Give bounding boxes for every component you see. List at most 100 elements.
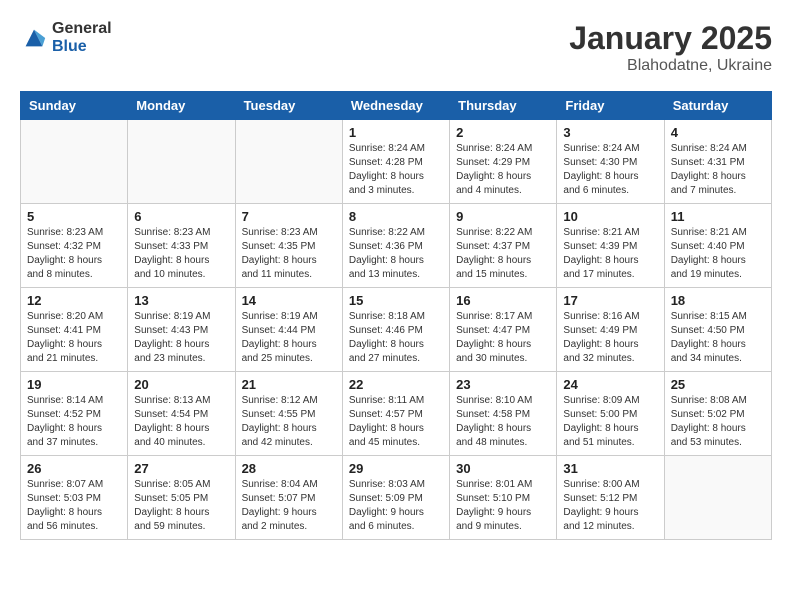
day-info: Sunrise: 8:04 AM Sunset: 5:07 PM Dayligh… <box>242 478 336 534</box>
day-info: Sunrise: 8:23 AM Sunset: 4:35 PM Dayligh… <box>242 226 336 282</box>
day-number: 2 <box>456 125 550 140</box>
calendar-cell <box>128 120 235 204</box>
day-info: Sunrise: 8:21 AM Sunset: 4:40 PM Dayligh… <box>671 226 765 282</box>
day-number: 19 <box>27 377 121 392</box>
calendar-cell: 1 Sunrise: 8:24 AM Sunset: 4:28 PM Daylig… <box>342 120 449 204</box>
calendar-cell: 27Sunrise: 8:05 AM Sunset: 5:05 PM Dayli… <box>128 456 235 540</box>
calendar-cell: 21Sunrise: 8:12 AM Sunset: 4:55 PM Dayli… <box>235 372 342 456</box>
day-info: Sunrise: 8:23 AM Sunset: 4:32 PM Dayligh… <box>27 226 121 282</box>
calendar-cell: 20 Sunrise: 8:13 AM Sunset: 4:54 PM Dayli… <box>128 372 235 456</box>
day-number: 25 <box>671 377 765 392</box>
calendar-cell: 26Sunrise: 8:07 AM Sunset: 5:03 PM Dayli… <box>21 456 128 540</box>
day-number: 1 <box>349 125 443 140</box>
calendar-cell: 11 Sunrise: 8:21 AM Sunset: 4:40 PM Dayli… <box>664 204 771 288</box>
logo-text: General Blue <box>52 20 112 55</box>
day-number: 18 <box>671 293 765 308</box>
main-title: January 2025 <box>569 20 772 57</box>
day-info: Sunrise: 8:17 AM Sunset: 4:47 PM Dayligh… <box>456 310 550 366</box>
day-number: 14 <box>242 293 336 308</box>
weekday-header-friday: Friday <box>557 92 664 120</box>
calendar-cell: 15 Sunrise: 8:18 AM Sunset: 4:46 PM Dayli… <box>342 288 449 372</box>
calendar-cell: 29Sunrise: 8:03 AM Sunset: 5:09 PM Dayli… <box>342 456 449 540</box>
day-number: 13 <box>134 293 228 308</box>
weekday-header-sunday: Sunday <box>21 92 128 120</box>
day-info: Sunrise: 8:08 AM Sunset: 5:02 PM Dayligh… <box>671 394 765 450</box>
day-info: Sunrise: 8:22 AM Sunset: 4:37 PM Dayligh… <box>456 226 550 282</box>
calendar-cell: 22Sunrise: 8:11 AM Sunset: 4:57 PM Dayli… <box>342 372 449 456</box>
day-number: 15 <box>349 293 443 308</box>
weekday-header-row: SundayMondayTuesdayWednesdayThursdayFrid… <box>21 92 772 120</box>
day-number: 26 <box>27 461 121 476</box>
day-info: Sunrise: 8:05 AM Sunset: 5:05 PM Dayligh… <box>134 478 228 534</box>
day-info: Sunrise: 8:09 AM Sunset: 5:00 PM Dayligh… <box>563 394 657 450</box>
day-info: Sunrise: 8:24 AM Sunset: 4:31 PM Dayligh… <box>671 142 765 198</box>
day-number: 6 <box>134 209 228 224</box>
day-number: 20 <box>134 377 228 392</box>
day-number: 30 <box>456 461 550 476</box>
calendar-cell <box>235 120 342 204</box>
calendar-cell: 17Sunrise: 8:16 AM Sunset: 4:49 PM Dayli… <box>557 288 664 372</box>
day-number: 3 <box>563 125 657 140</box>
calendar-cell: 7Sunrise: 8:23 AM Sunset: 4:35 PM Daylig… <box>235 204 342 288</box>
calendar-cell: 24 Sunrise: 8:09 AM Sunset: 5:00 PM Dayli… <box>557 372 664 456</box>
calendar-cell: 9Sunrise: 8:22 AM Sunset: 4:37 PM Daylig… <box>450 204 557 288</box>
weekday-header-thursday: Thursday <box>450 92 557 120</box>
day-info: Sunrise: 8:20 AM Sunset: 4:41 PM Dayligh… <box>27 310 121 366</box>
calendar-cell: 16 Sunrise: 8:17 AM Sunset: 4:47 PM Dayli… <box>450 288 557 372</box>
calendar-cell: 23 Sunrise: 8:10 AM Sunset: 4:58 PM Dayli… <box>450 372 557 456</box>
subtitle: Blahodatne, Ukraine <box>569 57 772 75</box>
calendar-cell: 13 Sunrise: 8:19 AM Sunset: 4:43 PM Dayli… <box>128 288 235 372</box>
day-info: Sunrise: 8:18 AM Sunset: 4:46 PM Dayligh… <box>349 310 443 366</box>
logo-blue: Blue <box>52 38 112 56</box>
day-info: Sunrise: 8:12 AM Sunset: 4:55 PM Dayligh… <box>242 394 336 450</box>
calendar-cell: 8 Sunrise: 8:22 AM Sunset: 4:36 PM Daylig… <box>342 204 449 288</box>
calendar-cell: 30 Sunrise: 8:01 AM Sunset: 5:10 PM Dayli… <box>450 456 557 540</box>
calendar-cell: 14 Sunrise: 8:19 AM Sunset: 4:44 PM Dayli… <box>235 288 342 372</box>
day-number: 4 <box>671 125 765 140</box>
weekday-header-saturday: Saturday <box>664 92 771 120</box>
day-info: Sunrise: 8:24 AM Sunset: 4:28 PM Dayligh… <box>349 142 443 198</box>
calendar-cell: 5 Sunrise: 8:23 AM Sunset: 4:32 PM Daylig… <box>21 204 128 288</box>
day-info: Sunrise: 8:15 AM Sunset: 4:50 PM Dayligh… <box>671 310 765 366</box>
day-number: 12 <box>27 293 121 308</box>
logo-general: General <box>52 20 112 38</box>
day-info: Sunrise: 8:14 AM Sunset: 4:52 PM Dayligh… <box>27 394 121 450</box>
logo: General Blue <box>20 20 112 55</box>
day-number: 16 <box>456 293 550 308</box>
day-info: Sunrise: 8:10 AM Sunset: 4:58 PM Dayligh… <box>456 394 550 450</box>
weekday-header-wednesday: Wednesday <box>342 92 449 120</box>
day-number: 24 <box>563 377 657 392</box>
day-number: 8 <box>349 209 443 224</box>
calendar-cell <box>21 120 128 204</box>
calendar-week-row: 12 Sunrise: 8:20 AM Sunset: 4:41 PM Dayli… <box>21 288 772 372</box>
calendar-cell: 3 Sunrise: 8:24 AM Sunset: 4:30 PM Daylig… <box>557 120 664 204</box>
day-info: Sunrise: 8:23 AM Sunset: 4:33 PM Dayligh… <box>134 226 228 282</box>
calendar-cell: 19 Sunrise: 8:14 AM Sunset: 4:52 PM Dayli… <box>21 372 128 456</box>
day-number: 17 <box>563 293 657 308</box>
calendar-week-row: 1 Sunrise: 8:24 AM Sunset: 4:28 PM Daylig… <box>21 120 772 204</box>
weekday-header-tuesday: Tuesday <box>235 92 342 120</box>
day-number: 11 <box>671 209 765 224</box>
day-info: Sunrise: 8:13 AM Sunset: 4:54 PM Dayligh… <box>134 394 228 450</box>
calendar-cell: 2Sunrise: 8:24 AM Sunset: 4:29 PM Daylig… <box>450 120 557 204</box>
calendar-cell: 18 Sunrise: 8:15 AM Sunset: 4:50 PM Dayli… <box>664 288 771 372</box>
calendar-cell: 6 Sunrise: 8:23 AM Sunset: 4:33 PM Daylig… <box>128 204 235 288</box>
day-info: Sunrise: 8:24 AM Sunset: 4:30 PM Dayligh… <box>563 142 657 198</box>
calendar-cell: 10Sunrise: 8:21 AM Sunset: 4:39 PM Dayli… <box>557 204 664 288</box>
calendar-cell: 28Sunrise: 8:04 AM Sunset: 5:07 PM Dayli… <box>235 456 342 540</box>
calendar-week-row: 5 Sunrise: 8:23 AM Sunset: 4:32 PM Daylig… <box>21 204 772 288</box>
calendar-week-row: 19 Sunrise: 8:14 AM Sunset: 4:52 PM Dayli… <box>21 372 772 456</box>
calendar-cell: 25 Sunrise: 8:08 AM Sunset: 5:02 PM Dayli… <box>664 372 771 456</box>
calendar-week-row: 26Sunrise: 8:07 AM Sunset: 5:03 PM Dayli… <box>21 456 772 540</box>
day-number: 22 <box>349 377 443 392</box>
day-info: Sunrise: 8:01 AM Sunset: 5:10 PM Dayligh… <box>456 478 550 534</box>
day-info: Sunrise: 8:19 AM Sunset: 4:43 PM Dayligh… <box>134 310 228 366</box>
calendar-cell: 12 Sunrise: 8:20 AM Sunset: 4:41 PM Dayli… <box>21 288 128 372</box>
page-header: General Blue January 2025 Blahodatne, Uk… <box>20 20 772 75</box>
weekday-header-monday: Monday <box>128 92 235 120</box>
day-number: 23 <box>456 377 550 392</box>
day-number: 5 <box>27 209 121 224</box>
day-info: Sunrise: 8:19 AM Sunset: 4:44 PM Dayligh… <box>242 310 336 366</box>
day-number: 29 <box>349 461 443 476</box>
day-info: Sunrise: 8:22 AM Sunset: 4:36 PM Dayligh… <box>349 226 443 282</box>
